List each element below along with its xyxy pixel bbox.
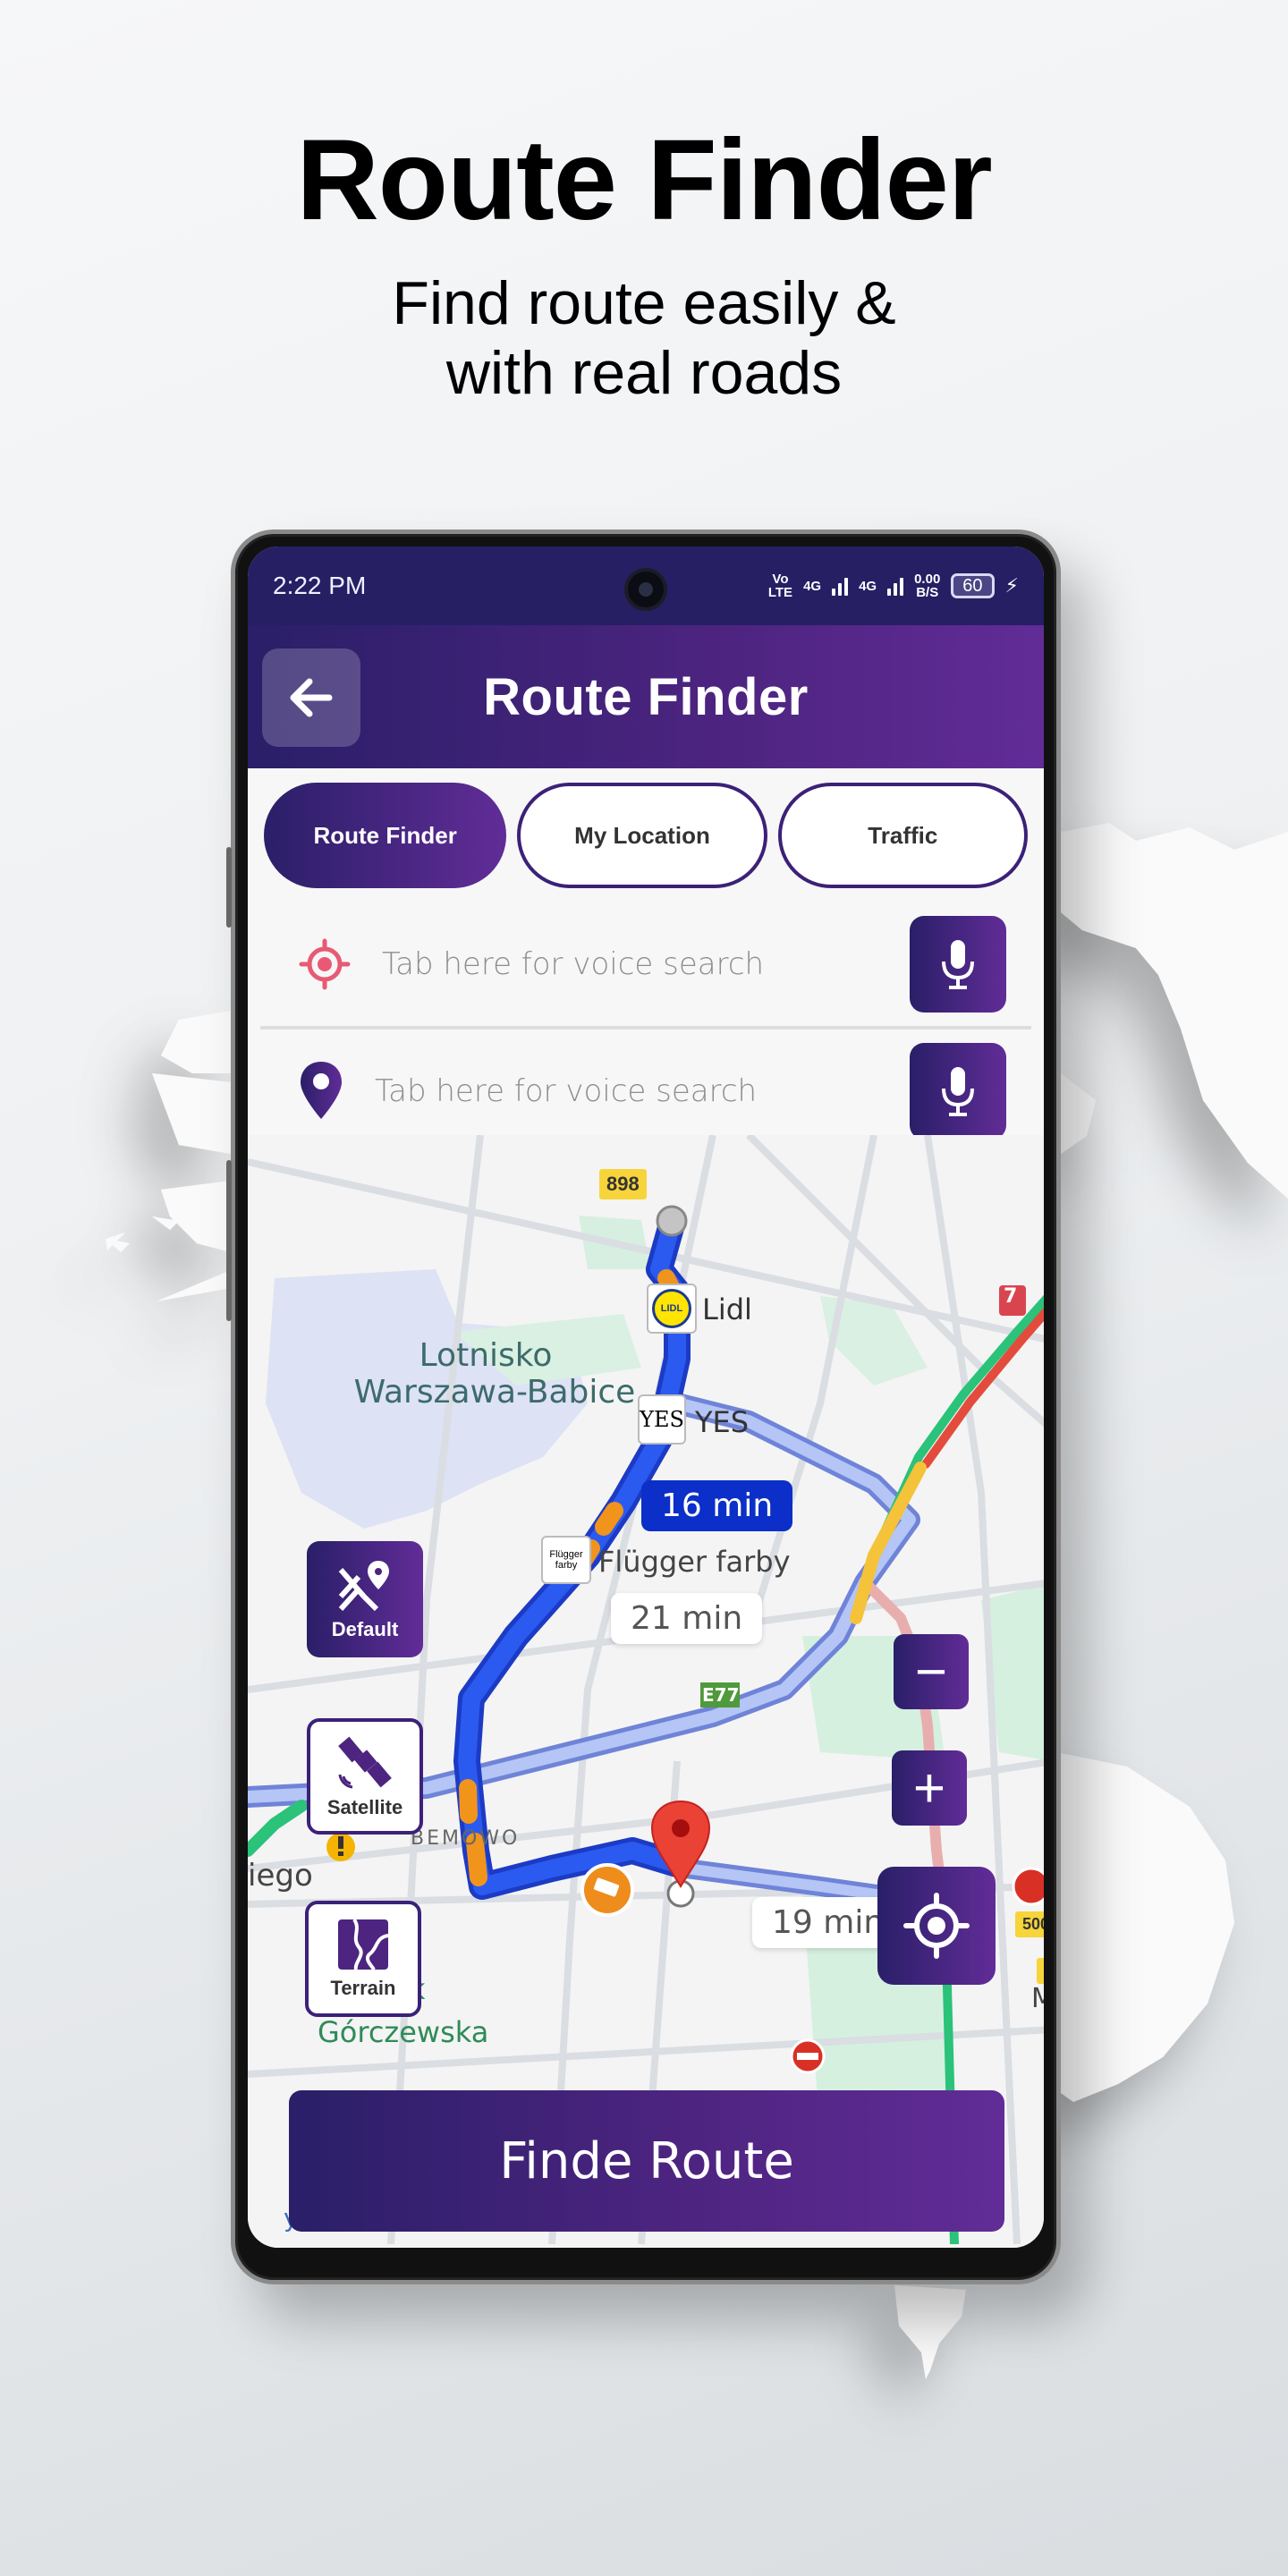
phone-screen: 2:22 PM Vo LTE 4G 4G 0.00 B/S 60 ⚡ Route…	[248, 547, 1044, 2248]
warning-icon	[326, 1833, 355, 1861]
volte-bottom: LTE	[767, 585, 793, 600]
charging-icon: ⚡	[1004, 574, 1019, 597]
speed-value: 0.00	[914, 572, 941, 587]
map-type-satellite-label: Satellite	[326, 1796, 403, 1818]
map-default-icon	[338, 1561, 389, 1612]
zoom-out-button[interactable]: −	[894, 1634, 969, 1709]
phone-side-button	[226, 847, 232, 928]
origin-voice-search-button[interactable]	[910, 916, 1006, 1013]
battery-icon: 60	[951, 573, 995, 598]
map-type-default-button[interactable]: Default	[307, 1541, 423, 1657]
find-route-button[interactable]: Finde Route	[289, 2090, 1004, 2232]
tab-my-location[interactable]: My Location	[517, 783, 767, 888]
volte-indicator: Vo LTE	[768, 572, 792, 599]
promo-subtitle-line-2: with real roads	[445, 339, 843, 407]
satellite-icon	[338, 1736, 392, 1789]
map-view[interactable]: 898 7 E77 500 6 Lotnisko Warszawa-Babice…	[248, 1135, 1044, 2248]
map-type-satellite-button[interactable]: Satellite	[307, 1718, 423, 1835]
no-entry-icon	[790, 2038, 826, 2074]
road-shield-500: 500	[1015, 1911, 1044, 1937]
destination-voice-search-button[interactable]	[910, 1043, 1006, 1140]
phone-volume-button	[226, 1160, 232, 1321]
poi-flugger-logo[interactable]: Flügger farby	[541, 1536, 591, 1584]
back-button[interactable]	[262, 648, 360, 747]
promo-subtitle-line-1: Find route easily &	[392, 269, 896, 337]
app-title: Route Finder	[483, 667, 809, 726]
front-camera	[624, 568, 667, 611]
microphone-icon	[942, 940, 974, 989]
sim2-network: 4G	[859, 578, 877, 594]
airport-label-line-1: Lotnisko	[419, 1337, 553, 1374]
crosshair-target-icon	[299, 938, 351, 990]
destination-search-input[interactable]	[375, 1073, 910, 1109]
arrow-left-icon	[290, 678, 333, 717]
my-location-icon	[903, 1893, 970, 1959]
sim1-signal-icon	[832, 576, 849, 596]
sim1-network: 4G	[803, 578, 822, 594]
map-type-terrain-label: Terrain	[330, 1977, 396, 1999]
status-icons: Vo LTE 4G 4G 0.00 B/S 60 ⚡	[768, 572, 1019, 599]
map-type-default-label: Default	[331, 1618, 399, 1640]
tab-route-finder[interactable]: Route Finder	[264, 783, 507, 888]
map-type-terrain-button[interactable]: Terrain	[305, 1901, 421, 2017]
sim2-signal-icon	[887, 576, 904, 596]
poi-lidl-logo[interactable]: LIDL	[647, 1284, 697, 1334]
microphone-icon	[942, 1067, 974, 1116]
poi-lidl-label: Lidl	[702, 1292, 752, 1326]
poi-yes-label: YES	[695, 1405, 750, 1439]
origin-search-row	[248, 902, 1044, 1026]
tab-traffic[interactable]: Traffic	[777, 783, 1028, 888]
origin-search-input[interactable]	[382, 946, 910, 982]
lidl-logo-icon: LIDL	[652, 1289, 691, 1328]
eta-primary-route[interactable]: 16 min	[641, 1480, 793, 1531]
road-shield-898: 898	[599, 1169, 647, 1199]
status-bar: 2:22 PM Vo LTE 4G 4G 0.00 B/S 60 ⚡	[248, 547, 1044, 625]
map-pin-icon	[301, 1062, 342, 1119]
speed-unit: B/S	[916, 585, 939, 600]
eta-alt-route-1[interactable]: 21 min	[611, 1593, 763, 1644]
my-location-button[interactable]	[877, 1867, 996, 1985]
terrain-icon	[338, 1918, 389, 1971]
route-start-marker	[656, 1205, 688, 1237]
accident-icon	[1012, 1867, 1044, 1906]
volte-top: Vo	[772, 572, 789, 587]
poi-yes-logo[interactable]: YES	[638, 1394, 686, 1445]
promo-subtitle: Find route easily & with real roads	[0, 268, 1288, 408]
airport-label-line-2: Warszawa-Babice	[353, 1374, 636, 1411]
park-label: Górczewska	[318, 2015, 489, 2049]
network-speed: 0.00 B/S	[914, 572, 940, 599]
road-shield-6: 6	[1037, 1958, 1044, 1984]
poi-flugger-label: Flügger farby	[598, 1545, 791, 1579]
road-shield-e77-label: E77	[702, 1684, 740, 1706]
status-time: 2:22 PM	[273, 572, 367, 599]
street-label: iego	[248, 1858, 313, 1894]
destination-pin-icon	[650, 1800, 711, 1908]
app-header: Route Finder	[248, 625, 1044, 768]
phone-frame: 2:22 PM Vo LTE 4G 4G 0.00 B/S 60 ⚡ Route…	[226, 530, 1061, 2284]
map-label-right: M	[1031, 1983, 1044, 2014]
mode-tabs: Route Finder My Location Traffic	[248, 768, 1044, 902]
speed-camera-icon	[580, 1863, 634, 1917]
district-label: BEMOWO	[411, 1827, 521, 1850]
road-shield-7-label: 7	[1004, 1285, 1018, 1308]
zoom-in-button[interactable]: +	[892, 1750, 967, 1826]
promo-title: Route Finder	[296, 116, 992, 244]
airport-label: Lotnisko Warszawa-Babice	[354, 1337, 636, 1411]
